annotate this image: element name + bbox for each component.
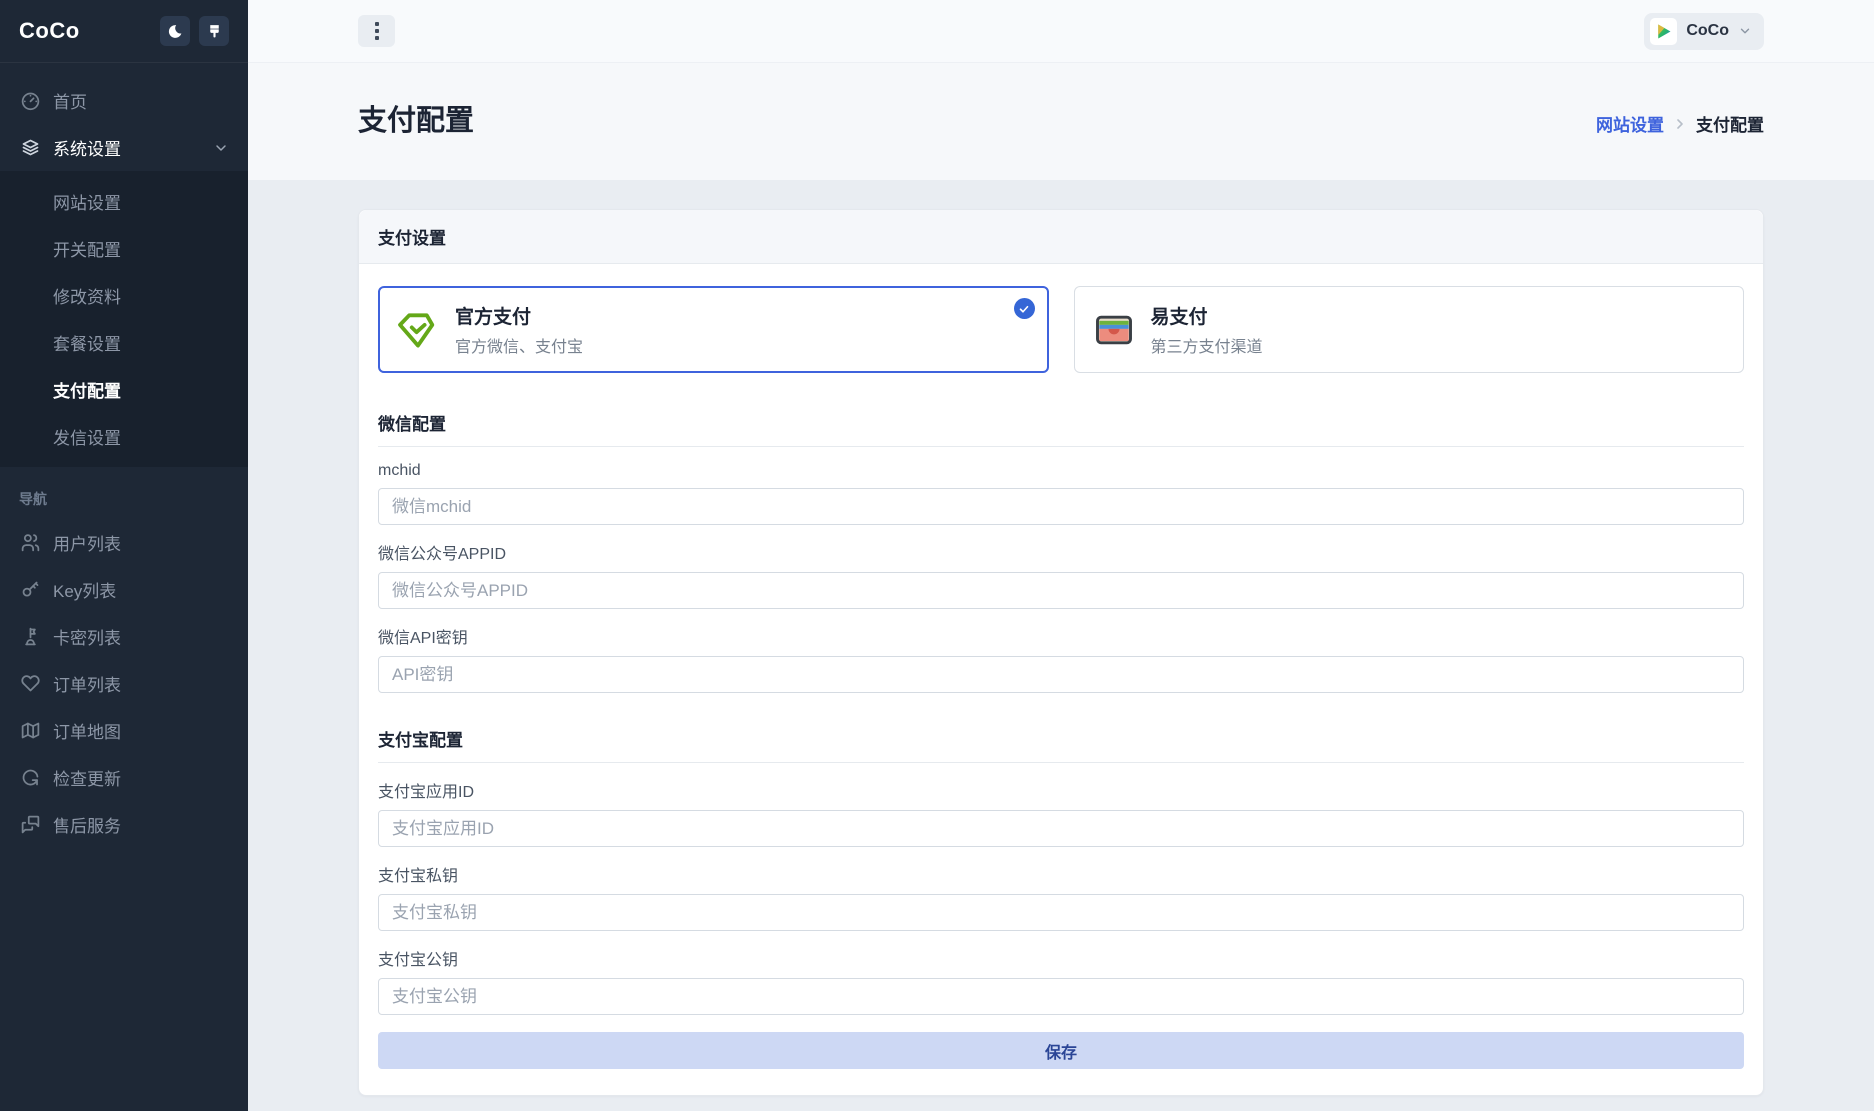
easy-pay-icon (1092, 308, 1136, 352)
sidebar-item-order-map[interactable]: 订单地图 (0, 707, 248, 754)
sidebar-item-label: 首页 (53, 88, 87, 113)
page-header: 支付配置 网站设置 支付配置 (248, 63, 1874, 180)
selected-check-icon (1014, 298, 1035, 319)
payment-option-official[interactable]: 官方支付 官方微信、支付宝 (378, 286, 1049, 373)
field-label-mchid: mchid (378, 462, 1744, 480)
input-alipay-public-key[interactable] (378, 978, 1744, 1015)
sidebar-item-order-list[interactable]: 订单列表 (0, 660, 248, 707)
dashboard-icon (19, 90, 41, 111)
heart-icon (19, 673, 41, 694)
sidebar-item-card-key-list[interactable]: 卡密列表 (0, 613, 248, 660)
page-content: 支付设置 官方支付 官方微信、支付宝 (248, 180, 1874, 1111)
main-area: CoCo 支付配置 网站设置 支付配置 支付设置 (248, 0, 1874, 1111)
breadcrumb-current: 支付配置 (1696, 111, 1764, 136)
sidebar-brand-bar: CoCo (0, 0, 248, 63)
sidebar-item-label: 卡密列表 (53, 624, 121, 649)
sidebar-item-label: Key列表 (53, 577, 116, 602)
field-label-wechat-api-key: 微信API密钥 (378, 624, 1744, 648)
breadcrumb: 网站设置 支付配置 (1596, 111, 1764, 139)
sidebar-item-label: 系统设置 (53, 135, 201, 160)
sidebar-subitem-plan-settings[interactable]: 套餐设置 (0, 319, 248, 366)
sidebar-subitem-payment-config[interactable]: 支付配置 (0, 366, 248, 413)
kebab-menu-button[interactable] (358, 15, 395, 47)
payment-option-subtitle: 第三方支付渠道 (1151, 333, 1263, 357)
key-icon (19, 579, 41, 600)
payment-option-title: 易支付 (1151, 302, 1263, 329)
sidebar-item-label: 检查更新 (53, 765, 121, 790)
top-navbar: CoCo (248, 0, 1874, 63)
theme-button[interactable] (199, 16, 229, 46)
sidebar-item-label: 订单列表 (53, 671, 121, 696)
save-button[interactable]: 保存 (378, 1032, 1744, 1069)
sidebar-item-home[interactable]: 首页 (0, 77, 248, 124)
sidebar-item-key-list[interactable]: Key列表 (0, 566, 248, 613)
field-label-alipay-appid: 支付宝应用ID (378, 778, 1744, 802)
input-alipay-appid[interactable] (378, 810, 1744, 847)
sidebar-nav: 首页 系统设置 网站设置 开关配置 修改资料 套餐设置 支付配置 发信设置 导航… (0, 63, 248, 1111)
payment-option-easypay[interactable]: 易支付 第三方支付渠道 (1074, 286, 1745, 373)
sidebar: CoCo 首页 系统设置 (0, 0, 248, 1111)
card-body: 官方支付 官方微信、支付宝 (359, 264, 1763, 1095)
field-label-alipay-public-key: 支付宝公钥 (378, 946, 1744, 970)
input-wechat-api-key[interactable] (378, 656, 1744, 693)
payment-config-form: 微信配置 mchid 微信公众号APPID 微信API密钥 支付宝配置 支付宝应… (378, 410, 1744, 1069)
official-pay-icon (396, 308, 440, 352)
moon-icon (167, 23, 184, 40)
sidebar-item-system-settings[interactable]: 系统设置 (0, 124, 248, 171)
card-key-icon (19, 626, 41, 647)
page-title: 支付配置 (358, 97, 474, 139)
sidebar-item-label: 订单地图 (53, 718, 121, 743)
dark-mode-button[interactable] (160, 16, 190, 46)
sidebar-section-label: 导航 (0, 467, 248, 519)
payment-option-title: 官方支付 (455, 302, 583, 329)
sidebar-subitem-edit-profile[interactable]: 修改资料 (0, 272, 248, 319)
input-mchid[interactable] (378, 488, 1744, 525)
breadcrumb-parent-link[interactable]: 网站设置 (1596, 111, 1664, 136)
user-menu-button[interactable]: CoCo (1644, 13, 1764, 50)
card-header: 支付设置 (359, 210, 1763, 264)
system-settings-submenu: 网站设置 开关配置 修改资料 套餐设置 支付配置 发信设置 (0, 171, 248, 467)
paintbrush-icon (206, 23, 223, 40)
chevron-down-icon (213, 140, 229, 156)
section-title-alipay: 支付宝配置 (378, 726, 1744, 763)
sidebar-item-check-update[interactable]: 检查更新 (0, 754, 248, 801)
sidebar-item-label: 用户列表 (53, 530, 121, 555)
sidebar-item-label: 售后服务 (53, 812, 121, 837)
messages-icon (19, 814, 41, 835)
section-title-wechat: 微信配置 (378, 410, 1744, 447)
brand-logo: CoCo (19, 18, 80, 44)
chevron-right-icon (1672, 116, 1688, 132)
sidebar-subitem-site-settings[interactable]: 网站设置 (0, 178, 248, 225)
sidebar-subitem-switch-config[interactable]: 开关配置 (0, 225, 248, 272)
avatar (1650, 18, 1677, 45)
input-wechat-appid[interactable] (378, 572, 1744, 609)
field-label-alipay-private-key: 支付宝私钥 (378, 862, 1744, 886)
payment-method-options: 官方支付 官方微信、支付宝 (378, 286, 1744, 373)
payment-settings-card: 支付设置 官方支付 官方微信、支付宝 (358, 209, 1764, 1096)
chevron-down-icon (1738, 24, 1752, 38)
users-icon (19, 532, 41, 553)
sidebar-subitem-mail-settings[interactable]: 发信设置 (0, 413, 248, 460)
refresh-icon (19, 767, 41, 788)
map-icon (19, 720, 41, 741)
input-alipay-private-key[interactable] (378, 894, 1744, 931)
sidebar-item-after-sales[interactable]: 售后服务 (0, 801, 248, 848)
user-name: CoCo (1686, 22, 1729, 40)
payment-option-subtitle: 官方微信、支付宝 (455, 333, 583, 357)
field-label-wechat-appid: 微信公众号APPID (378, 540, 1744, 564)
sidebar-item-user-list[interactable]: 用户列表 (0, 519, 248, 566)
layers-icon (19, 137, 41, 158)
